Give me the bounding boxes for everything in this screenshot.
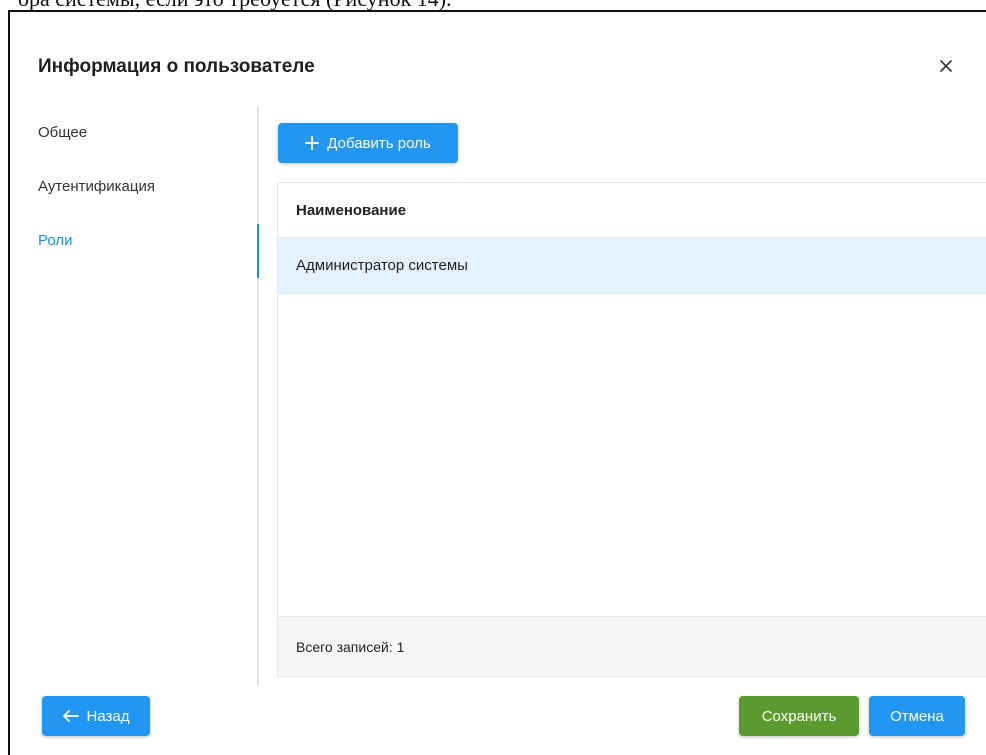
sidebar-item-authentication[interactable]: Аутентификация	[38, 160, 248, 214]
save-button[interactable]: Сохранить	[739, 696, 859, 736]
table-row[interactable]: Администратор системы	[278, 238, 986, 294]
add-role-button[interactable]: Добавить роль	[278, 123, 458, 163]
table-header: Наименование	[278, 183, 986, 238]
plus-icon	[305, 136, 320, 150]
total-records-label: Всего записей: 1	[296, 638, 405, 655]
user-info-dialog: Информация о пользователе Общее Аутентиф…	[8, 10, 986, 755]
add-role-label: Добавить роль	[327, 134, 431, 152]
sidebar-nav: Общее Аутентификация Роли	[38, 106, 248, 268]
column-header-name[interactable]: Наименование	[296, 202, 406, 219]
arrow-left-icon	[62, 710, 79, 722]
roles-table: Наименование Администратор системы Всего…	[277, 182, 986, 677]
dialog-title: Информация о пользователе	[38, 56, 315, 77]
cancel-button[interactable]: Отмена	[869, 696, 965, 736]
sidebar-active-indicator	[257, 224, 259, 278]
close-icon	[940, 60, 952, 72]
back-label: Назад	[86, 707, 130, 725]
sidebar-divider	[257, 106, 259, 686]
sidebar-item-roles[interactable]: Роли	[38, 214, 248, 268]
close-button[interactable]	[932, 52, 960, 80]
sidebar-item-general[interactable]: Общее	[38, 106, 248, 160]
table-cell-name: Администратор системы	[296, 257, 468, 274]
back-button[interactable]: Назад	[42, 696, 150, 736]
table-footer: Всего записей: 1	[278, 616, 986, 676]
document-text-line: ора системы, если это требуется (Рисунок…	[18, 0, 452, 10]
document-text-fragment: ора системы, если это требуется (Рисунок…	[0, 0, 986, 10]
